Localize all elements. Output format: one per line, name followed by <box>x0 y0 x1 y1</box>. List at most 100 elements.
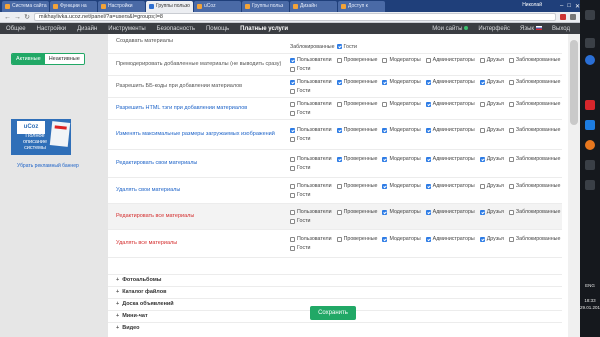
checkbox[interactable] <box>479 209 485 215</box>
section-file-catalog[interactable]: + Каталог файлов <box>116 289 166 295</box>
checkbox[interactable] <box>479 156 485 162</box>
browser-profile-name[interactable]: Николай <box>522 2 542 8</box>
firefox-icon[interactable] <box>585 140 595 150</box>
checkbox[interactable] <box>508 236 514 242</box>
nav-security[interactable]: Безопасность <box>157 26 195 32</box>
menu-icon[interactable] <box>570 14 576 20</box>
group-checkbox[interactable]: Друзья <box>479 79 504 85</box>
folder-icon[interactable] <box>585 38 595 48</box>
checkbox[interactable] <box>290 183 295 189</box>
checkbox[interactable] <box>508 79 514 85</box>
logout-link[interactable]: Выход <box>552 26 570 32</box>
group-checkbox[interactable]: Проверенные <box>336 101 377 107</box>
checkbox[interactable] <box>290 57 295 63</box>
checkbox[interactable] <box>382 183 388 189</box>
section-mini-chat[interactable]: + Мини-чат <box>116 313 148 319</box>
group-checkbox[interactable]: Гости <box>290 165 311 171</box>
group-checkbox[interactable]: Пользователи <box>290 127 332 133</box>
checkbox[interactable] <box>336 127 342 133</box>
checkbox[interactable] <box>508 127 514 133</box>
checkbox[interactable] <box>336 44 342 49</box>
checkbox[interactable] <box>290 88 295 94</box>
my-sites-link[interactable]: Мои сайты <box>432 25 469 32</box>
group-checkbox[interactable]: Гости <box>290 136 311 142</box>
group-checkbox[interactable]: Модераторы <box>382 79 421 85</box>
active-groups-button[interactable]: Активные <box>12 54 45 64</box>
group-checkbox[interactable]: Гости <box>290 88 311 94</box>
group-checkbox[interactable]: Проверенные <box>336 57 377 63</box>
save-button[interactable]: Сохранить <box>310 306 356 320</box>
checkbox[interactable] <box>336 209 342 215</box>
group-checkbox[interactable]: Пользователи <box>290 156 332 162</box>
checkbox[interactable] <box>382 57 388 63</box>
opera-icon[interactable] <box>585 100 595 110</box>
checkbox[interactable] <box>425 101 431 107</box>
browser-tab[interactable]: Функции на <box>50 1 97 12</box>
section-video[interactable]: + Видео <box>116 325 139 331</box>
group-checkbox[interactable]: Пользователи <box>290 57 332 63</box>
group-checkbox[interactable]: Модераторы <box>382 236 421 242</box>
group-checkbox[interactable]: Модераторы <box>382 127 421 133</box>
group-checkbox[interactable]: Пользователи <box>290 79 332 85</box>
language-link[interactable]: Язык <box>520 26 543 32</box>
checkbox[interactable] <box>290 209 295 215</box>
forward-icon[interactable]: → <box>14 14 21 21</box>
checkbox[interactable] <box>425 156 431 162</box>
group-checkbox[interactable]: Администраторы <box>425 156 475 162</box>
chrome-icon[interactable] <box>585 55 595 65</box>
group-checkbox[interactable]: Администраторы <box>425 79 475 85</box>
group-checkbox[interactable]: Проверенные <box>336 209 377 215</box>
nav-design[interactable]: Дизайн <box>77 26 97 32</box>
minimize-icon[interactable]: – <box>560 3 563 9</box>
group-checkbox[interactable]: Администраторы <box>425 57 475 63</box>
checkbox[interactable] <box>479 236 485 242</box>
group-checkbox[interactable]: Пользователи <box>290 183 332 189</box>
checkbox[interactable] <box>336 236 342 242</box>
skype-icon[interactable] <box>585 120 595 130</box>
group-checkbox[interactable]: Проверенные <box>336 183 377 189</box>
group-checkbox[interactable]: Заблокированные <box>508 127 560 133</box>
group-checkbox[interactable]: Проверенные <box>336 236 377 242</box>
start-icon[interactable] <box>585 10 595 20</box>
group-checkbox[interactable]: Пользователи <box>290 209 332 215</box>
group-checkbox[interactable]: Администраторы <box>425 236 475 242</box>
group-checkbox[interactable]: Гости <box>290 245 311 251</box>
back-icon[interactable]: ← <box>4 14 11 21</box>
scrollbar-thumb[interactable] <box>570 40 578 125</box>
group-checkbox[interactable]: Пользователи <box>290 236 332 242</box>
checkbox[interactable] <box>382 236 388 242</box>
section-classifieds[interactable]: + Доска объявлений <box>116 301 174 307</box>
checkbox[interactable] <box>425 57 431 63</box>
browser-tab[interactable]: Настройки <box>98 1 145 12</box>
browser-tab[interactable]: Система сайта <box>2 1 49 12</box>
remove-banner-link[interactable]: Убрать рекламный баннер <box>17 163 79 169</box>
checkbox[interactable] <box>290 236 295 242</box>
group-checkbox[interactable]: Проверенные <box>336 79 377 85</box>
nav-settings[interactable]: Настройки <box>37 26 66 32</box>
checkbox[interactable] <box>290 110 295 116</box>
checkbox[interactable] <box>290 192 295 198</box>
group-checkbox[interactable]: Заблокированные <box>508 209 560 215</box>
checkbox[interactable] <box>382 101 388 107</box>
extension-icon[interactable] <box>560 14 566 20</box>
ad-banner[interactable]: uCoz Полное описание системы <box>11 119 71 155</box>
checkbox[interactable] <box>290 127 295 133</box>
checkbox[interactable] <box>290 165 295 171</box>
group-checkbox[interactable]: Гости <box>290 192 311 198</box>
checkbox[interactable] <box>382 79 388 85</box>
group-checkbox[interactable]: Модераторы <box>382 101 421 107</box>
checkbox[interactable] <box>382 156 388 162</box>
checkbox[interactable] <box>479 101 485 107</box>
group-checkbox[interactable]: Гости <box>290 110 311 116</box>
browser-tab[interactable]: Дизайн <box>290 1 337 12</box>
group-checkbox[interactable]: Друзья <box>479 127 504 133</box>
checkbox[interactable] <box>425 127 431 133</box>
group-checkbox[interactable]: Администраторы <box>425 183 475 189</box>
checkbox[interactable] <box>508 156 514 162</box>
group-checkbox[interactable]: Друзья <box>479 209 504 215</box>
group-checkbox[interactable]: Заблокированные <box>508 236 560 242</box>
checkbox[interactable] <box>479 183 485 189</box>
group-checkbox[interactable]: Проверенные <box>336 156 377 162</box>
checkbox[interactable] <box>508 209 514 215</box>
group-checkbox[interactable]: Друзья <box>479 183 504 189</box>
